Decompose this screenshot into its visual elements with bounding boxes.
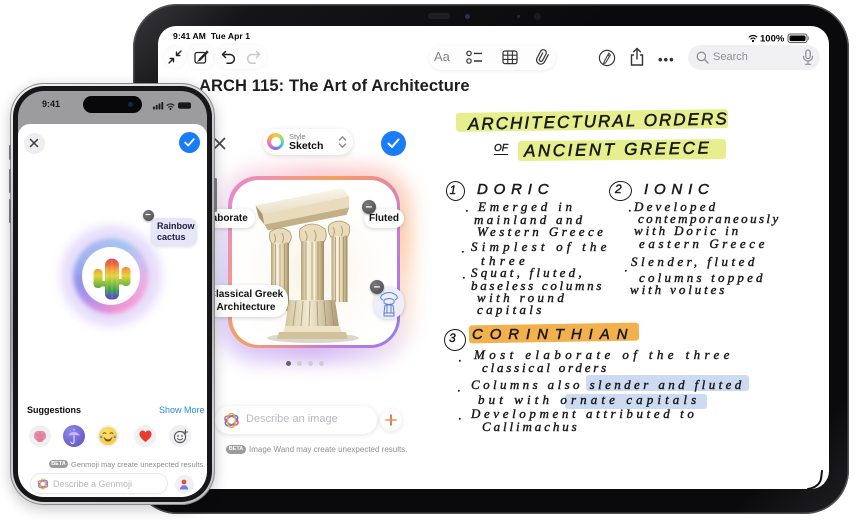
svg-text:100%: 100% <box>760 34 785 45</box>
